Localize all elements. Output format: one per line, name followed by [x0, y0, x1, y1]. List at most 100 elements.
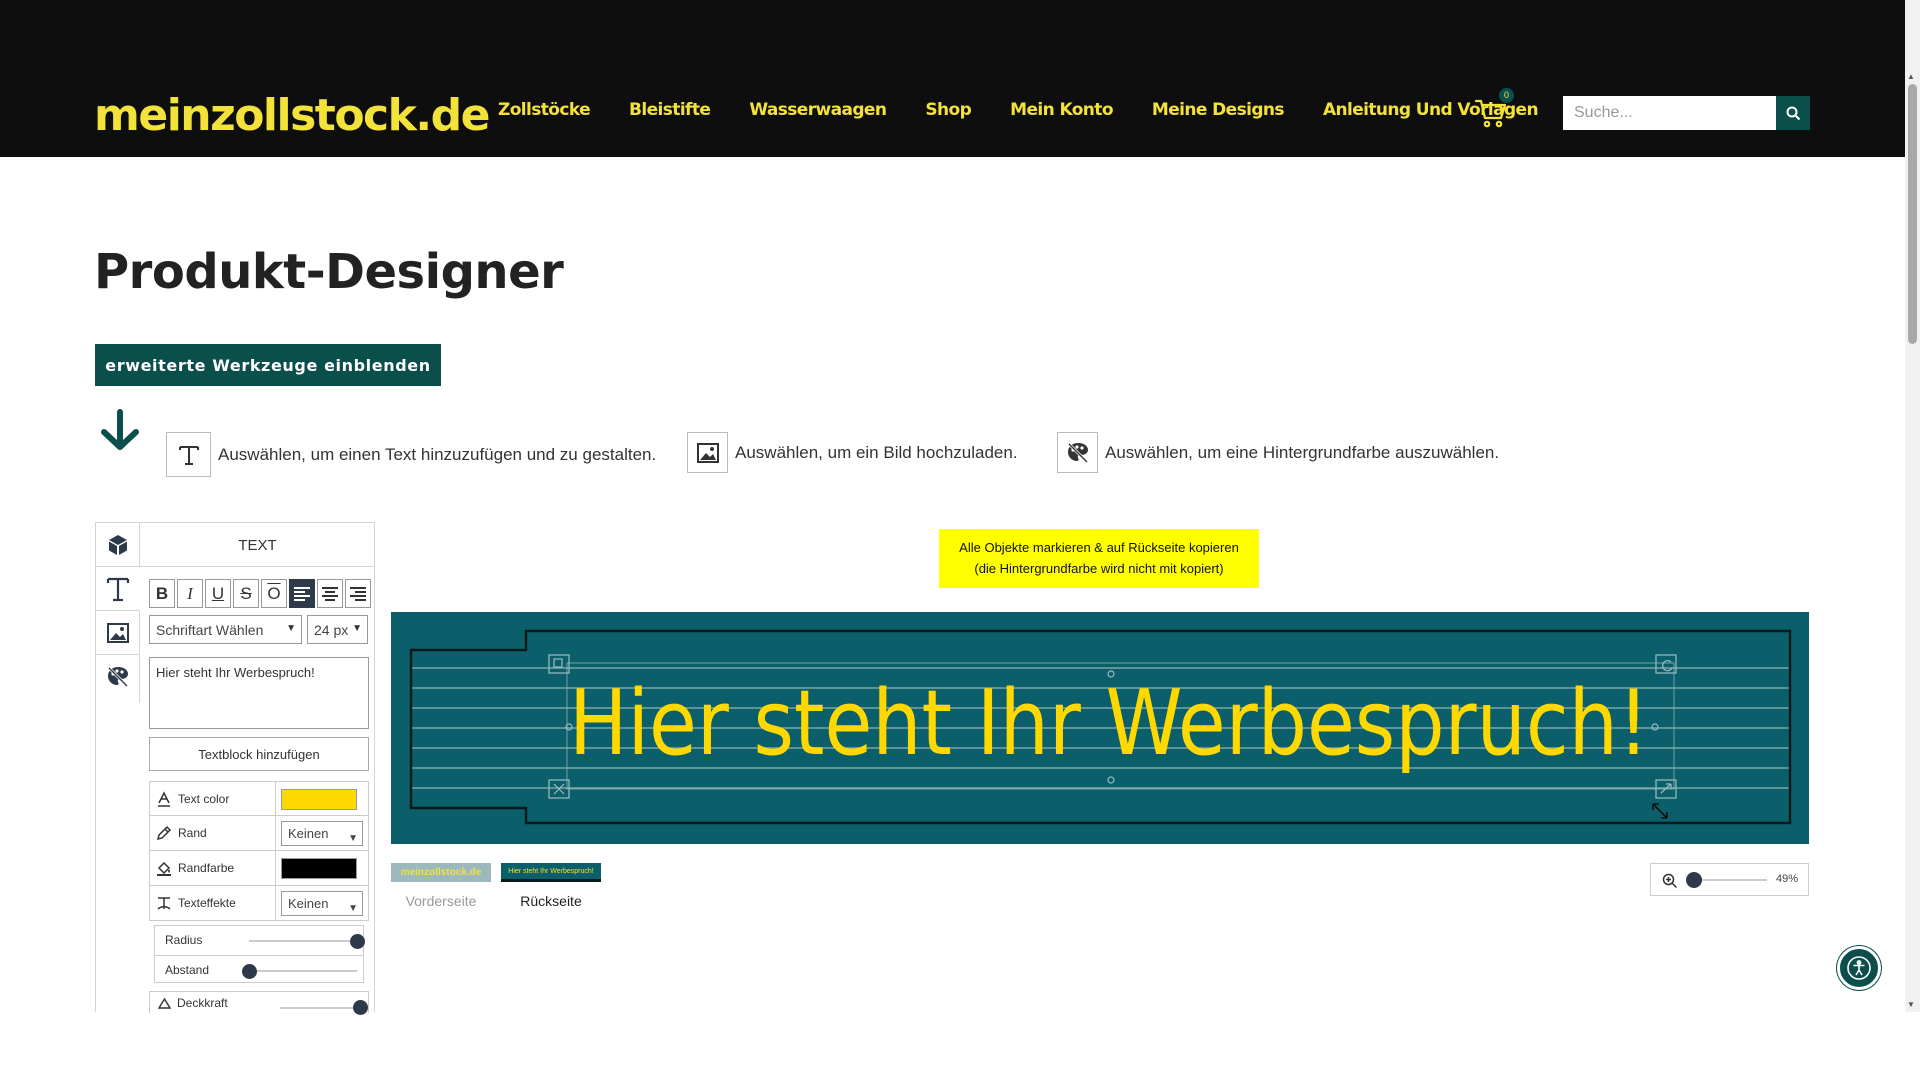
overline-button[interactable]: O	[261, 579, 287, 608]
border-label: Rand	[178, 826, 207, 840]
tab-text[interactable]	[96, 567, 140, 611]
text-effects-value: Keinen	[288, 896, 329, 911]
radius-slider[interactable]	[350, 934, 365, 949]
radius-track[interactable]	[249, 940, 357, 942]
copy-note-line2: (die Hintergrundfarbe wird nicht mit kop…	[974, 561, 1224, 576]
hint-text-label: Auswählen, um einen Text hinzuzufügen un…	[218, 444, 657, 464]
hint-background-tool[interactable]: Auswählen, um eine Hintergrundfarbe ausz…	[1057, 432, 1499, 473]
strikethrough-button[interactable]: S	[233, 579, 259, 608]
opacity-track[interactable]	[280, 1007, 360, 1009]
text-tool-icon[interactable]	[166, 432, 211, 477]
text-icon	[106, 577, 129, 601]
border-select[interactable]: Keinen ▼	[281, 821, 363, 846]
radius-row: Radius	[155, 926, 365, 955]
chevron-down-icon: ▼	[286, 623, 296, 634]
font-size-select[interactable]: 24 px ▼	[307, 615, 368, 644]
image-icon	[106, 622, 129, 643]
back-label[interactable]: Rückseite	[501, 893, 601, 909]
text-effects-icon	[157, 897, 171, 910]
resize-cursor-icon	[1652, 803, 1668, 819]
pen-icon	[156, 825, 172, 841]
thumb-back[interactable]: Hier steht Ihr Werbespruch! Rückseite	[501, 863, 601, 909]
spacing-label: Abstand	[165, 963, 210, 977]
border-color-label: Randfarbe	[178, 861, 235, 875]
main-nav: Zollstöcke Bleistifte Wasserwaagen Shop …	[498, 100, 1577, 120]
underline-button[interactable]: U	[205, 579, 231, 608]
text-input[interactable]: Hier steht Ihr Werbespruch!	[149, 657, 369, 729]
border-select-value: Keinen	[288, 826, 329, 841]
copy-note-line1: Alle Objekte markieren & auf Rückseite k…	[959, 540, 1239, 555]
nav-meine-designs[interactable]: Meine Designs	[1152, 100, 1285, 120]
hint-background-label: Auswählen, um eine Hintergrundfarbe ausz…	[1105, 442, 1500, 462]
search-icon	[1786, 106, 1800, 120]
chevron-down-icon: ▼	[348, 833, 358, 844]
text-effects-row: Texteffekte Keinen ▼	[149, 886, 369, 921]
search-input[interactable]	[1563, 96, 1776, 130]
tab-product[interactable]	[96, 523, 139, 567]
zoom-in-icon[interactable]	[1662, 873, 1678, 889]
scroll-up-arrow-icon[interactable]: ▲	[1907, 72, 1915, 81]
tab-image[interactable]	[96, 611, 139, 655]
image-tool-icon[interactable]	[687, 432, 728, 473]
zoom-control: 49%	[1650, 863, 1809, 896]
palette-icon	[107, 666, 128, 688]
text-color-label: Text color	[178, 791, 230, 806]
add-textblock-button[interactable]: Textblock hinzufügen	[149, 737, 369, 771]
opacity-slider[interactable]	[353, 1000, 368, 1015]
text-effects-select[interactable]: Keinen ▼	[281, 891, 363, 916]
nav-zollstoecke[interactable]: Zollstöcke	[498, 100, 591, 120]
cart-count-badge: 0	[1499, 88, 1514, 103]
paint-bucket-icon	[157, 861, 171, 876]
zoom-value: 49%	[1775, 873, 1798, 885]
spacing-slider[interactable]	[242, 964, 257, 979]
radius-label: Radius	[165, 933, 203, 947]
advanced-tools-button[interactable]: erweiterte Werkzeuge einblenden	[95, 344, 441, 386]
text-color-swatch[interactable]	[281, 789, 357, 810]
page-title: Produkt-Designer	[94, 244, 564, 300]
nav-shop[interactable]: Shop	[925, 100, 971, 120]
scrollbar-thumb[interactable]	[1908, 84, 1917, 344]
italic-button[interactable]: I	[177, 579, 203, 608]
arrow-down-icon	[98, 408, 142, 457]
nav-wasserwaagen[interactable]: Wasserwaagen	[749, 100, 887, 120]
bold-button[interactable]: B	[149, 579, 175, 608]
text-properties: Text color Rand Keinen ▼ Randfarbe Texte…	[149, 781, 369, 921]
border-color-swatch[interactable]	[281, 858, 357, 879]
align-left-button[interactable]	[289, 579, 315, 608]
accessibility-button[interactable]	[1837, 946, 1881, 990]
align-center-button[interactable]	[317, 579, 343, 608]
tab-background[interactable]	[96, 655, 139, 699]
opacity-label: Deckkraft	[177, 995, 228, 1010]
scroll-down-arrow-icon[interactable]: ▼	[1907, 1000, 1915, 1009]
nav-mein-konto[interactable]: Mein Konto	[1010, 100, 1113, 120]
hint-image-tool[interactable]: Auswählen, um ein Bild hochzuladen.	[687, 432, 1018, 473]
format-toolbar: B I U S O	[149, 579, 373, 608]
thumb-front[interactable]: meinzollstock.de Vorderseite	[391, 863, 491, 909]
canvas-slogan-text[interactable]: Hier steht Ihr Werbespruch!	[569, 671, 1649, 776]
ruler-artwork: Hier steht Ihr Werbespruch!	[409, 629, 1792, 825]
palette-tool-icon[interactable]	[1057, 432, 1098, 473]
design-canvas[interactable]: Hier steht Ihr Werbespruch!	[391, 612, 1809, 844]
chevron-down-icon: ▼	[352, 623, 362, 634]
spacing-track[interactable]	[249, 970, 357, 972]
text-effects-label: Texteffekte	[178, 896, 236, 910]
front-label[interactable]: Vorderseite	[391, 893, 491, 909]
thumb-front-image[interactable]: meinzollstock.de	[391, 863, 491, 882]
font-select-value: Schriftart Wählen	[156, 621, 264, 638]
font-select[interactable]: Schriftart Wählen ▼	[149, 615, 302, 644]
side-thumbnails: meinzollstock.de Vorderseite Hier steht …	[391, 863, 611, 909]
hint-text-tool[interactable]: Auswählen, um einen Text hinzuzufügen un…	[166, 432, 656, 477]
align-right-button[interactable]	[345, 579, 371, 608]
zoom-slider[interactable]	[1685, 872, 1702, 888]
nav-bleistifte[interactable]: Bleistifte	[629, 100, 711, 120]
cube-icon	[108, 534, 127, 555]
accessibility-icon	[1847, 956, 1871, 980]
site-logo[interactable]: meinzollstock.de	[94, 90, 490, 141]
thumb-back-image[interactable]: Hier steht Ihr Werbespruch!	[501, 863, 601, 882]
align-left-icon	[294, 586, 310, 601]
font-size-value: 24 px	[314, 621, 349, 638]
copy-to-back-button[interactable]: Alle Objekte markieren & auf Rückseite k…	[939, 529, 1259, 588]
search-button[interactable]	[1776, 96, 1810, 130]
text-sliders: Radius Abstand	[154, 925, 365, 983]
text-color-row: Text color	[149, 781, 369, 816]
